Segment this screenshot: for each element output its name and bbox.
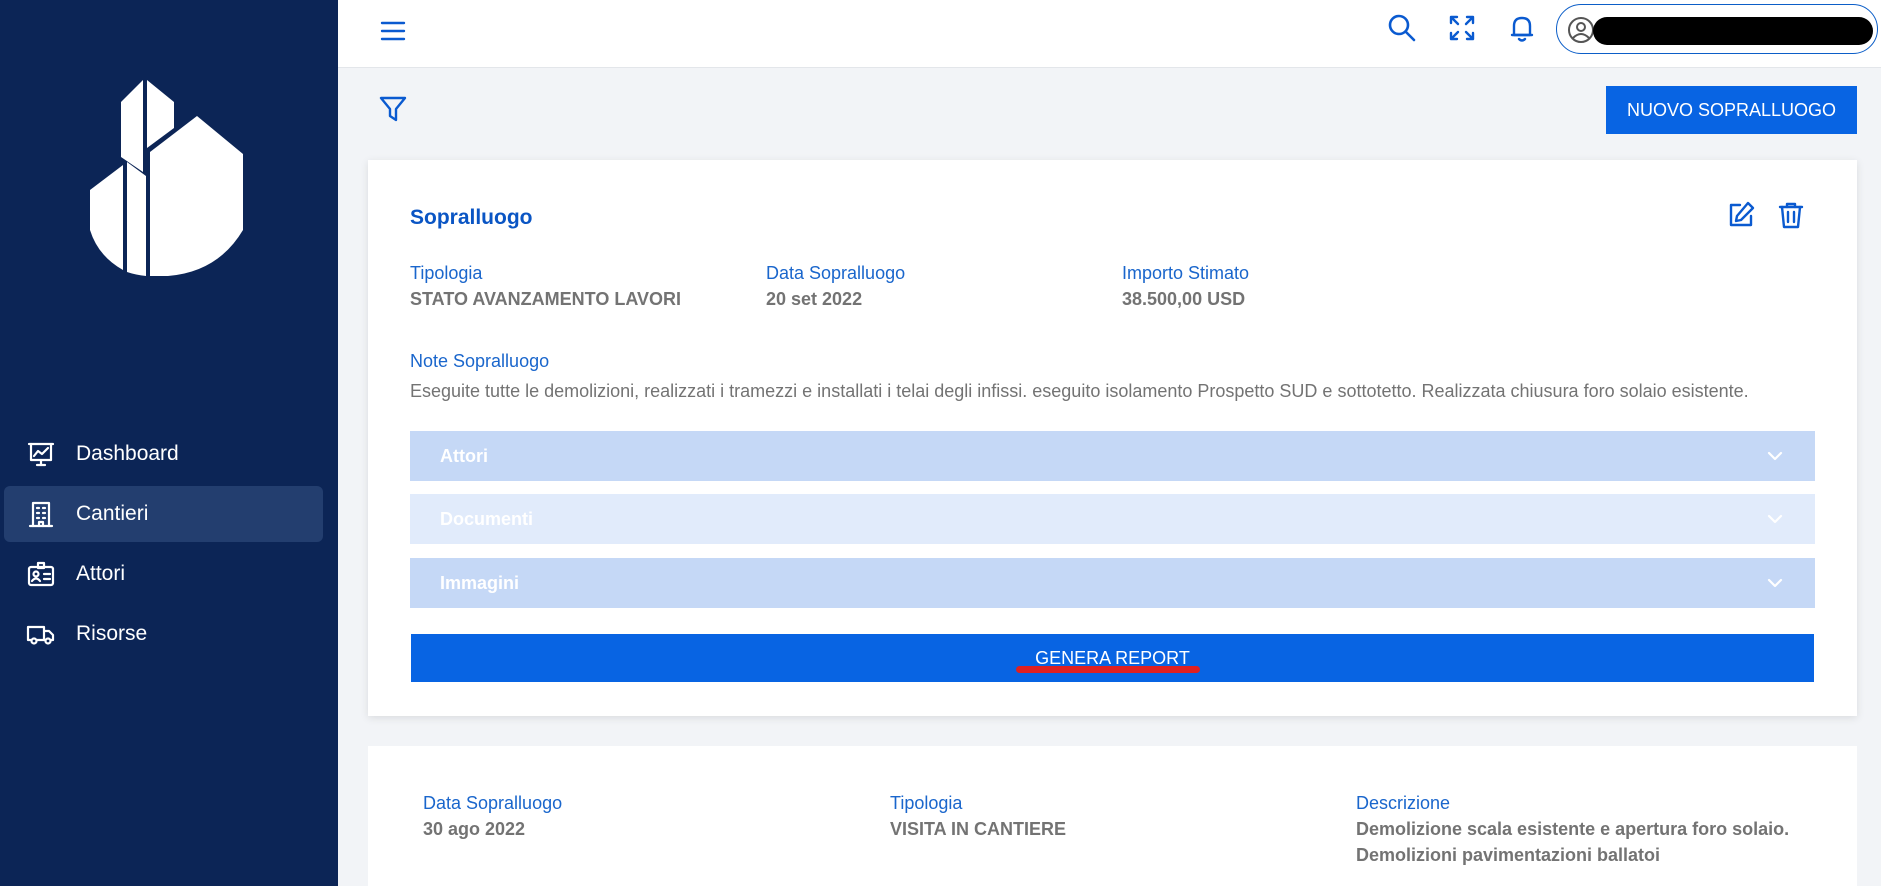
sidebar-item-label: Risorse (76, 622, 148, 645)
trash-icon[interactable] (1776, 200, 1806, 230)
sidebar-item-cantieri[interactable]: Cantieri (4, 486, 323, 542)
filter-icon[interactable] (378, 94, 408, 124)
app-logo (90, 80, 243, 276)
accordion-immagini[interactable]: Immagini (410, 558, 1815, 608)
highlight-underline (1016, 666, 1200, 673)
search-icon[interactable] (1386, 12, 1418, 44)
field-label: Tipologia (410, 263, 483, 283)
sidebar-item-label: Cantieri (76, 502, 149, 525)
building-icon (28, 501, 54, 528)
fullscreen-icon[interactable] (1446, 12, 1478, 44)
id-card-icon (27, 561, 55, 587)
field-data-sopralluogo: Data Sopralluogo 20 set 2022 (766, 262, 905, 310)
field-value: STATO AVANZAMENTO LAVORI (410, 289, 681, 309)
chevron-down-icon (1767, 514, 1783, 524)
field-tipologia: Tipologia VISITA IN CANTIERE (890, 792, 1066, 840)
sidebar-item-risorse[interactable]: Risorse (4, 606, 323, 662)
bell-icon[interactable] (1506, 12, 1538, 44)
top-header (338, 0, 1881, 68)
accordion-label: Documenti (440, 508, 534, 529)
truck-icon (26, 625, 55, 645)
field-value: 20 set 2022 (766, 289, 863, 309)
field-note: Note Sopralluogo Eseguite tutte le demol… (410, 350, 1749, 402)
field-descrizione: Descrizione Demolizione scala esistente … (1356, 792, 1789, 866)
inspection-card-2: Data Sopralluogo 30 ago 2022 Tipologia V… (368, 746, 1857, 886)
field-label: Data Sopralluogo (423, 793, 563, 813)
accordion-attori[interactable]: Attori (410, 431, 1815, 481)
field-tipologia: Tipologia STATO AVANZAMENTO LAVORI (410, 262, 681, 310)
chevron-down-icon (1767, 451, 1783, 461)
new-inspection-button[interactable]: NUOVO SOPRALLUOGO (1606, 86, 1857, 134)
sidebar-nav: Dashboard Cantieri Attori Risorse (0, 426, 338, 666)
user-icon (1568, 17, 1594, 43)
card-title: Sopralluogo (410, 206, 533, 229)
field-label: Tipologia (890, 793, 963, 813)
field-value: VISITA IN CANTIERE (890, 819, 1067, 839)
field-importo-stimato: Importo Stimato 38.500,00 USD (1122, 262, 1249, 310)
sidebar-item-attori[interactable]: Attori (4, 546, 323, 602)
field-label: Descrizione (1356, 793, 1451, 813)
field-value: 38.500,00 USD (1122, 289, 1246, 309)
inspection-card: Sopralluogo Tipologia STATO AVANZAMENTO … (368, 160, 1857, 716)
field-value: 30 ago 2022 (423, 819, 526, 839)
accordion-documenti[interactable]: Documenti (410, 494, 1815, 544)
sidebar: Dashboard Cantieri Attori Risorse (0, 0, 338, 886)
sidebar-item-label: Attori (76, 562, 126, 585)
presentation-chart-icon (27, 442, 55, 467)
field-data-sopralluogo: Data Sopralluogo 30 ago 2022 (423, 792, 562, 840)
accordion-label: Attori (440, 445, 488, 466)
sidebar-item-dashboard[interactable]: Dashboard (4, 426, 323, 482)
menu-icon[interactable] (378, 16, 408, 46)
edit-icon[interactable] (1726, 200, 1756, 230)
field-label: Importo Stimato (1122, 263, 1250, 283)
chevron-down-icon (1767, 578, 1783, 588)
field-label: Data Sopralluogo (766, 263, 906, 283)
field-value: Demolizione scala esistente e apertura f… (1356, 819, 1790, 839)
generate-report-button[interactable]: GENERA REPORT (411, 634, 1814, 682)
field-value: Demolizioni pavimentazioni ballatoi (1356, 845, 1661, 865)
user-menu[interactable] (1556, 4, 1878, 54)
user-name-redacted (1593, 17, 1873, 45)
accordion-label: Immagini (440, 572, 520, 593)
sidebar-item-label: Dashboard (76, 442, 179, 465)
field-label: Note Sopralluogo (410, 351, 550, 371)
note-text: Eseguite tutte le demolizioni, realizzat… (410, 381, 1749, 401)
